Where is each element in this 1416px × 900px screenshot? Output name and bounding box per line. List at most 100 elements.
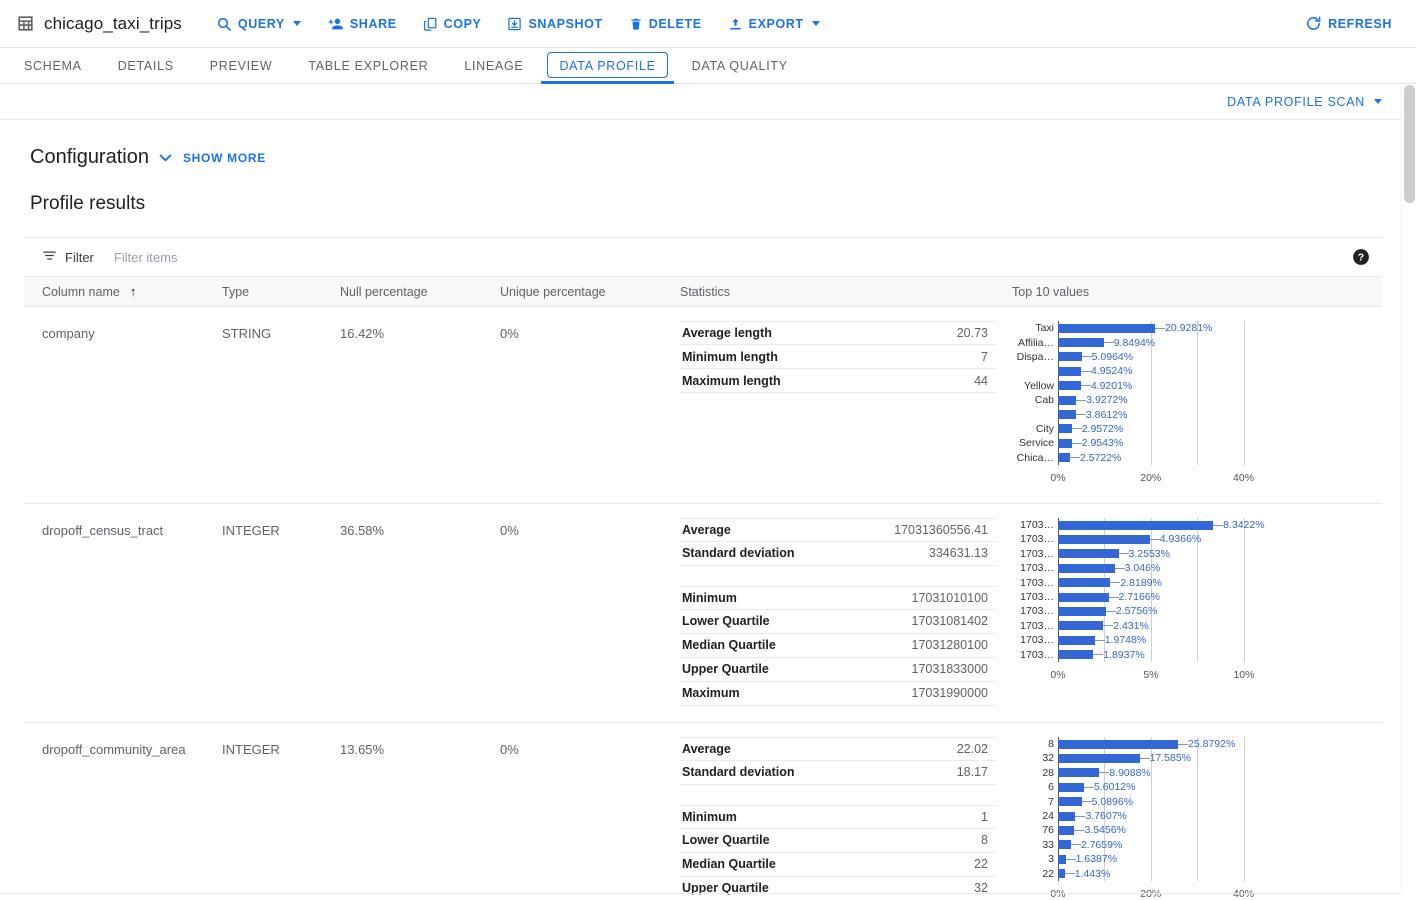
table-row[interactable]: dropoff_community_areaINTEGER13.65%0%Ave… bbox=[24, 723, 1382, 900]
chart-bar[interactable] bbox=[1058, 650, 1093, 659]
tab-label: LINEAGE bbox=[464, 59, 523, 73]
chart-x-tick-label: 10% bbox=[1233, 669, 1254, 681]
chart-bar[interactable] bbox=[1058, 424, 1072, 433]
query-button[interactable]: QUERY bbox=[208, 10, 309, 38]
chart-bar[interactable] bbox=[1058, 367, 1081, 376]
data-profile-scan-button[interactable]: DATA PROFILE SCAN bbox=[1227, 95, 1382, 109]
chart-bar-row[interactable]: 1703…1.8937% bbox=[1058, 647, 1382, 661]
tab-schema[interactable]: SCHEMA bbox=[6, 48, 100, 83]
chart-bar-row[interactable]: 1703…3.2553% bbox=[1058, 547, 1382, 561]
chart-bar[interactable] bbox=[1058, 338, 1104, 347]
vertical-scrollbar[interactable] bbox=[1401, 85, 1416, 892]
help-icon[interactable]: ? bbox=[1352, 248, 1370, 266]
tab-details[interactable]: DETAILS bbox=[100, 48, 192, 83]
filter-input[interactable] bbox=[112, 249, 472, 266]
snapshot-button[interactable]: SNAPSHOT bbox=[499, 10, 610, 38]
chart-bar-row[interactable]: 4.9524% bbox=[1058, 364, 1382, 378]
column-header-top-values[interactable]: Top 10 values bbox=[1012, 285, 1382, 299]
chart-bar-row[interactable]: 1703…2.7166% bbox=[1058, 590, 1382, 604]
column-header-null[interactable]: Null percentage bbox=[340, 285, 500, 299]
chart-value-label: 20.9281% bbox=[1165, 322, 1212, 334]
chart-bar[interactable] bbox=[1058, 593, 1109, 602]
chart-bar-row[interactable]: 1703…2.431% bbox=[1058, 619, 1382, 633]
chart-bar[interactable] bbox=[1058, 564, 1115, 573]
chart-bar-row[interactable]: City2.9572% bbox=[1058, 422, 1382, 436]
chart-bar-row[interactable]: 65.6012% bbox=[1058, 780, 1382, 794]
share-button[interactable]: SHARE bbox=[319, 10, 405, 38]
chart-bar[interactable] bbox=[1058, 324, 1155, 333]
chart-bar[interactable] bbox=[1058, 453, 1070, 462]
chart-bar[interactable] bbox=[1058, 636, 1095, 645]
filter-button[interactable]: Filter bbox=[42, 248, 94, 266]
chart-bar[interactable] bbox=[1058, 855, 1066, 864]
chart-bar-row[interactable]: 3.8612% bbox=[1058, 407, 1382, 421]
chart-bar[interactable] bbox=[1058, 535, 1150, 544]
chart-bar-row[interactable]: 1703…3.046% bbox=[1058, 561, 1382, 575]
chart-bar[interactable] bbox=[1058, 783, 1084, 792]
chart-bar[interactable] bbox=[1058, 549, 1119, 558]
chart-bar[interactable] bbox=[1058, 869, 1065, 878]
show-more-button[interactable]: SHOW MORE bbox=[183, 151, 266, 165]
chart-bar-row[interactable]: 243.7607% bbox=[1058, 809, 1382, 823]
tab-data-quality[interactable]: DATA QUALITY bbox=[674, 48, 806, 83]
chart-bar[interactable] bbox=[1058, 352, 1082, 361]
chart-bar-row[interactable]: 825.8792% bbox=[1058, 737, 1382, 751]
chart-bar-leader-line bbox=[1093, 654, 1103, 655]
chart-bar-row[interactable]: Dispa…5.0964% bbox=[1058, 350, 1382, 364]
chart-bar-row[interactable]: 75.0896% bbox=[1058, 794, 1382, 808]
column-header-type[interactable]: Type bbox=[222, 285, 340, 299]
tab-table-explorer[interactable]: TABLE EXPLORER bbox=[290, 48, 446, 83]
chart-bar[interactable] bbox=[1058, 840, 1071, 849]
tab-data-profile[interactable]: DATA PROFILE bbox=[541, 48, 673, 83]
chart-bar-row[interactable]: Cab3.9272% bbox=[1058, 393, 1382, 407]
chart-bar[interactable] bbox=[1058, 381, 1081, 390]
chart-bar-row[interactable]: 1703…1.9748% bbox=[1058, 633, 1382, 647]
chart-bar-leader-line bbox=[1082, 356, 1092, 357]
refresh-button[interactable]: REFRESH bbox=[1297, 9, 1400, 38]
chart-bar-row[interactable]: 1703…8.3422% bbox=[1058, 518, 1382, 532]
chart-bar[interactable] bbox=[1058, 578, 1110, 587]
tab-preview[interactable]: PREVIEW bbox=[192, 48, 291, 83]
chart-bar-row[interactable]: 332.7659% bbox=[1058, 838, 1382, 852]
chart-bar-row[interactable]: 3217.585% bbox=[1058, 751, 1382, 765]
copy-button[interactable]: COPY bbox=[415, 10, 490, 38]
scrollbar-thumb[interactable] bbox=[1404, 85, 1415, 203]
table-row[interactable]: companySTRING16.42%0%Average length20.73… bbox=[24, 307, 1382, 504]
chart-bar[interactable] bbox=[1058, 826, 1074, 835]
chart-bar-row[interactable]: Chica…2.5722% bbox=[1058, 451, 1382, 465]
chart-category-label: 22 bbox=[1042, 867, 1054, 881]
chart-bar[interactable] bbox=[1058, 797, 1082, 806]
column-header-column-name[interactable]: Column name ↑ bbox=[24, 285, 222, 299]
chart-bar[interactable] bbox=[1058, 740, 1178, 749]
chart-bar[interactable] bbox=[1058, 812, 1075, 821]
delete-button[interactable]: DELETE bbox=[621, 10, 710, 38]
chart-bar-row[interactable]: 31.6387% bbox=[1058, 852, 1382, 866]
chart-bar-row[interactable]: Service2.9543% bbox=[1058, 436, 1382, 450]
statistic-row: Upper Quartile17031833000 bbox=[680, 658, 996, 682]
column-header-unique[interactable]: Unique percentage bbox=[500, 285, 680, 299]
statistic-key: Median Quartile bbox=[682, 857, 776, 871]
chart-bar-row[interactable]: 763.5456% bbox=[1058, 823, 1382, 837]
chart-bar-row[interactable]: 1703…2.5756% bbox=[1058, 604, 1382, 618]
chart-bar[interactable] bbox=[1058, 521, 1213, 530]
chart-bar-row[interactable]: 288.9088% bbox=[1058, 766, 1382, 780]
chart-bar[interactable] bbox=[1058, 607, 1106, 616]
chart-bar[interactable] bbox=[1058, 754, 1140, 763]
cell-null-percentage: 36.58% bbox=[340, 518, 500, 706]
chart-bar-row[interactable]: Yellow4.9201% bbox=[1058, 379, 1382, 393]
chart-bar[interactable] bbox=[1058, 396, 1076, 405]
chart-bar-row[interactable]: 221.443% bbox=[1058, 866, 1382, 880]
chart-bar-row[interactable]: 1703…2.8189% bbox=[1058, 575, 1382, 589]
chart-bar-row[interactable]: Affilia…9.8494% bbox=[1058, 335, 1382, 349]
chart-bar[interactable] bbox=[1058, 410, 1076, 419]
export-button[interactable]: EXPORT bbox=[720, 10, 828, 38]
chart-bar[interactable] bbox=[1058, 439, 1072, 448]
chart-bar-row[interactable]: 1703…4.9366% bbox=[1058, 532, 1382, 546]
chevron-down-icon[interactable] bbox=[157, 149, 175, 167]
chart-bar-row[interactable]: Taxi20.9281% bbox=[1058, 321, 1382, 335]
column-header-statistics[interactable]: Statistics bbox=[680, 285, 1012, 299]
tab-lineage[interactable]: LINEAGE bbox=[446, 48, 541, 83]
chart-bar[interactable] bbox=[1058, 768, 1099, 777]
chart-bar[interactable] bbox=[1058, 621, 1103, 630]
table-row[interactable]: dropoff_census_tractINTEGER36.58%0%Avera… bbox=[24, 504, 1382, 723]
